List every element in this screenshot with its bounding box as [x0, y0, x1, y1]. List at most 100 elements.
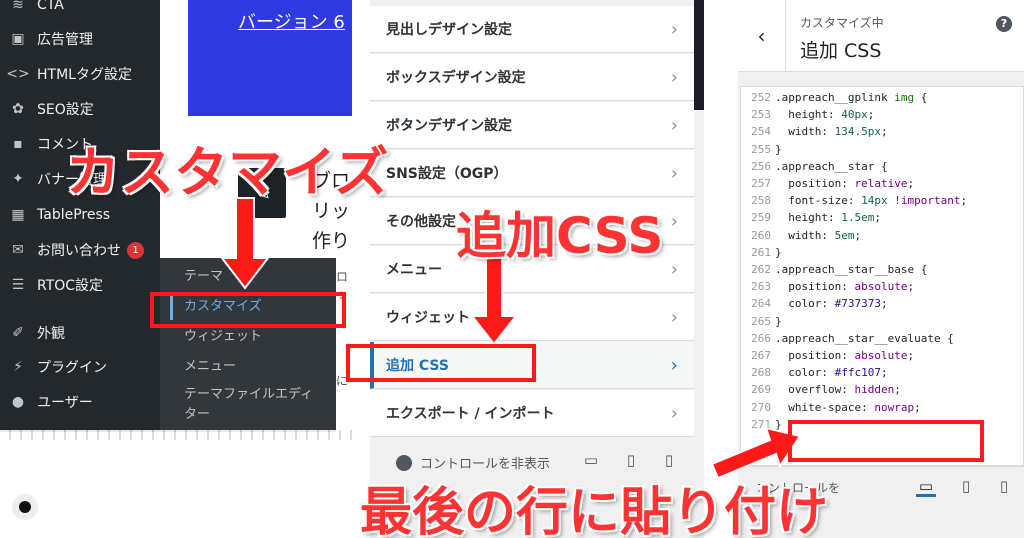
sidebar-item[interactable]: ☰ RTOC設定 [0, 270, 160, 300]
submenu-item[interactable]: テーマファイルエディ [184, 386, 313, 404]
section-title: 追加 CSS [800, 40, 882, 62]
code-token: ; [907, 177, 915, 190]
code-token: ; [854, 228, 862, 242]
mobile-preview-icon[interactable]: ▯ [660, 451, 678, 469]
sidebar-item-label: ユーザー [37, 395, 93, 411]
code-line: 268 color: #ffc107; [741, 364, 1024, 381]
version-link[interactable]: バージョン 6 [238, 8, 345, 34]
customizing-label: カスタマイズ中 [800, 16, 884, 30]
appearance-submenu: テーマ カスタマイズ ウィジェット メニュー テーマファイルエディ ター [160, 258, 336, 432]
code-token: .appreach__star { [775, 159, 888, 173]
code-line: 270 white-space: nowrap; [741, 399, 1024, 416]
highlight-add-css [346, 344, 536, 382]
code-line: 259 height: 1.5em; [741, 209, 1024, 226]
code-token: 134.5px [834, 125, 881, 139]
line-number: 267 [751, 349, 771, 362]
sidebar-item-label: 広告管理 [37, 32, 93, 48]
desktop-preview-icon[interactable]: ▭ [582, 451, 600, 469]
code-token: } [775, 417, 782, 431]
line-number: 265 [751, 314, 771, 328]
code-token: nowrap [874, 400, 915, 414]
section-label: その他設定 [386, 214, 456, 230]
code-line: 267 position: absolute; [741, 347, 1024, 364]
section-label: SNS設定（OGP） [386, 166, 508, 182]
notification-badge: 1 [127, 241, 144, 259]
comment-icon: ▪ [13, 136, 23, 152]
chevron-right-icon: › [670, 163, 678, 184]
sidebar-item-label: 外観 [37, 326, 65, 342]
submenu-item[interactable]: メニュー [184, 358, 236, 376]
tablet-preview-icon[interactable]: ▯ [956, 477, 976, 497]
submenu-item[interactable]: ター [184, 406, 210, 424]
tablet-preview-icon[interactable]: ▯ [622, 451, 640, 469]
preview-edge [694, 0, 704, 110]
code-token: 40px [841, 108, 868, 122]
chevron-right-icon: › [670, 259, 678, 280]
sidebar-item[interactable]: ✉ お問い合わせ 1 [0, 235, 160, 265]
code-token: ; [907, 280, 915, 294]
chevron-right-icon: › [670, 403, 678, 424]
line-number: 252 [751, 91, 771, 104]
code-token: ; [867, 108, 875, 122]
gear-icon: ✿ [12, 101, 24, 117]
mail-icon: ✉ [12, 242, 24, 258]
sidebar-item[interactable]: ● ユーザー [0, 387, 160, 417]
customizer-section-row[interactable]: エクスポート / インポート › [370, 390, 694, 437]
line-number: 259 [751, 211, 771, 225]
code-line: 261} [741, 244, 1024, 261]
mobile-preview-icon[interactable]: ▯ [994, 477, 1014, 497]
line-number: 260 [751, 228, 771, 242]
code-token: img [894, 91, 915, 104]
chevron-right-icon: › [670, 307, 678, 328]
line-number: 253 [751, 108, 771, 122]
customizer-section-row[interactable]: SNS設定（OGP） › [370, 150, 694, 197]
sidebar-item[interactable]: ✐ 外観 [0, 318, 160, 348]
block-text-line-3: 作り [312, 230, 351, 252]
code-token: ; [880, 366, 888, 380]
code-line: 260 width: 5em; [741, 227, 1024, 244]
customizer-section-row[interactable]: ボックスデザイン設定 › [370, 54, 694, 101]
sidebar-item[interactable]: ≋ CTA [0, 0, 160, 20]
customizer-section-row[interactable]: ウィジェット › [370, 294, 694, 341]
code-token: .appreach__star__base { [775, 263, 928, 276]
help-icon[interactable]: ? [996, 16, 1012, 32]
code-token: ; [960, 194, 968, 208]
line-number: 264 [751, 297, 771, 311]
code-line: 264 color: #737373; [741, 295, 1024, 312]
sidebar-item-label: RTOC設定 [37, 278, 104, 294]
code-icon: <> [6, 66, 30, 82]
sidebar-item[interactable]: <> HTMLタグ設定 [0, 59, 160, 89]
customizer-menu-panel: 見出しデザイン設定 › ボックスデザイン設定 › ボタンデザイン設定 › SNS設定（OGP… [352, 0, 704, 538]
submenu-item[interactable]: ウィジェット [184, 328, 262, 346]
sidebar-item[interactable]: ▣ 広告管理 [0, 24, 160, 54]
sidebar-item[interactable]: ⚡ プラグイン [0, 352, 160, 382]
sidebar-item-label: HTMLタグ設定 [37, 67, 132, 83]
brush-icon: ✐ [12, 325, 24, 341]
annotation-paste-last-line: 最後の行に貼り付け [359, 482, 829, 538]
desktop-preview-icon[interactable]: ▭ [916, 477, 936, 497]
code-token: absolute [854, 280, 908, 294]
css-panel-header: ‹ カスタマイズ中 追加 CSS ? [738, 0, 1024, 72]
code-token: overflow: [775, 383, 855, 397]
code-token: #ffc107 [834, 366, 881, 380]
back-chevron-icon[interactable]: ‹ [738, 0, 786, 72]
code-token: } [775, 314, 782, 328]
code-line: 256 .appreach__star { [741, 158, 1024, 175]
customizer-section-row[interactable]: ボタンデザイン設定 › [370, 102, 694, 149]
customizer-section-row[interactable]: 見出しデザイン設定 › [370, 6, 694, 53]
chevron-right-icon: › [670, 115, 678, 136]
submenu-item[interactable]: テーマ [184, 268, 223, 286]
code-token: 1.5em [841, 211, 875, 225]
css-code-editor[interactable]: 252 .appreach__gplink img {253 height: 40… [740, 86, 1024, 466]
code-token: color: [775, 366, 835, 380]
annotation-customize: カスタマイズ [65, 140, 389, 205]
code-token: .appreach__star__evaluate { [775, 331, 954, 345]
sidebar-item[interactable]: ✿ SEO設定 [0, 94, 160, 124]
code-token: white-space: [775, 400, 875, 414]
section-label: 見出しデザイン設定 [386, 22, 512, 38]
table-icon: ▦ [11, 207, 25, 223]
code-line: 262 .appreach__star__base { [741, 261, 1024, 278]
admin-sidebar: ≋ CTA ▣ 広告管理 <> HTMLタグ設定 ✿ SEO設定 ▪ コメント ✦ バナー管理 ▦ Tab… [0, 0, 160, 432]
pin-icon: ✦ [12, 171, 24, 187]
hide-controls-icon [396, 454, 412, 471]
